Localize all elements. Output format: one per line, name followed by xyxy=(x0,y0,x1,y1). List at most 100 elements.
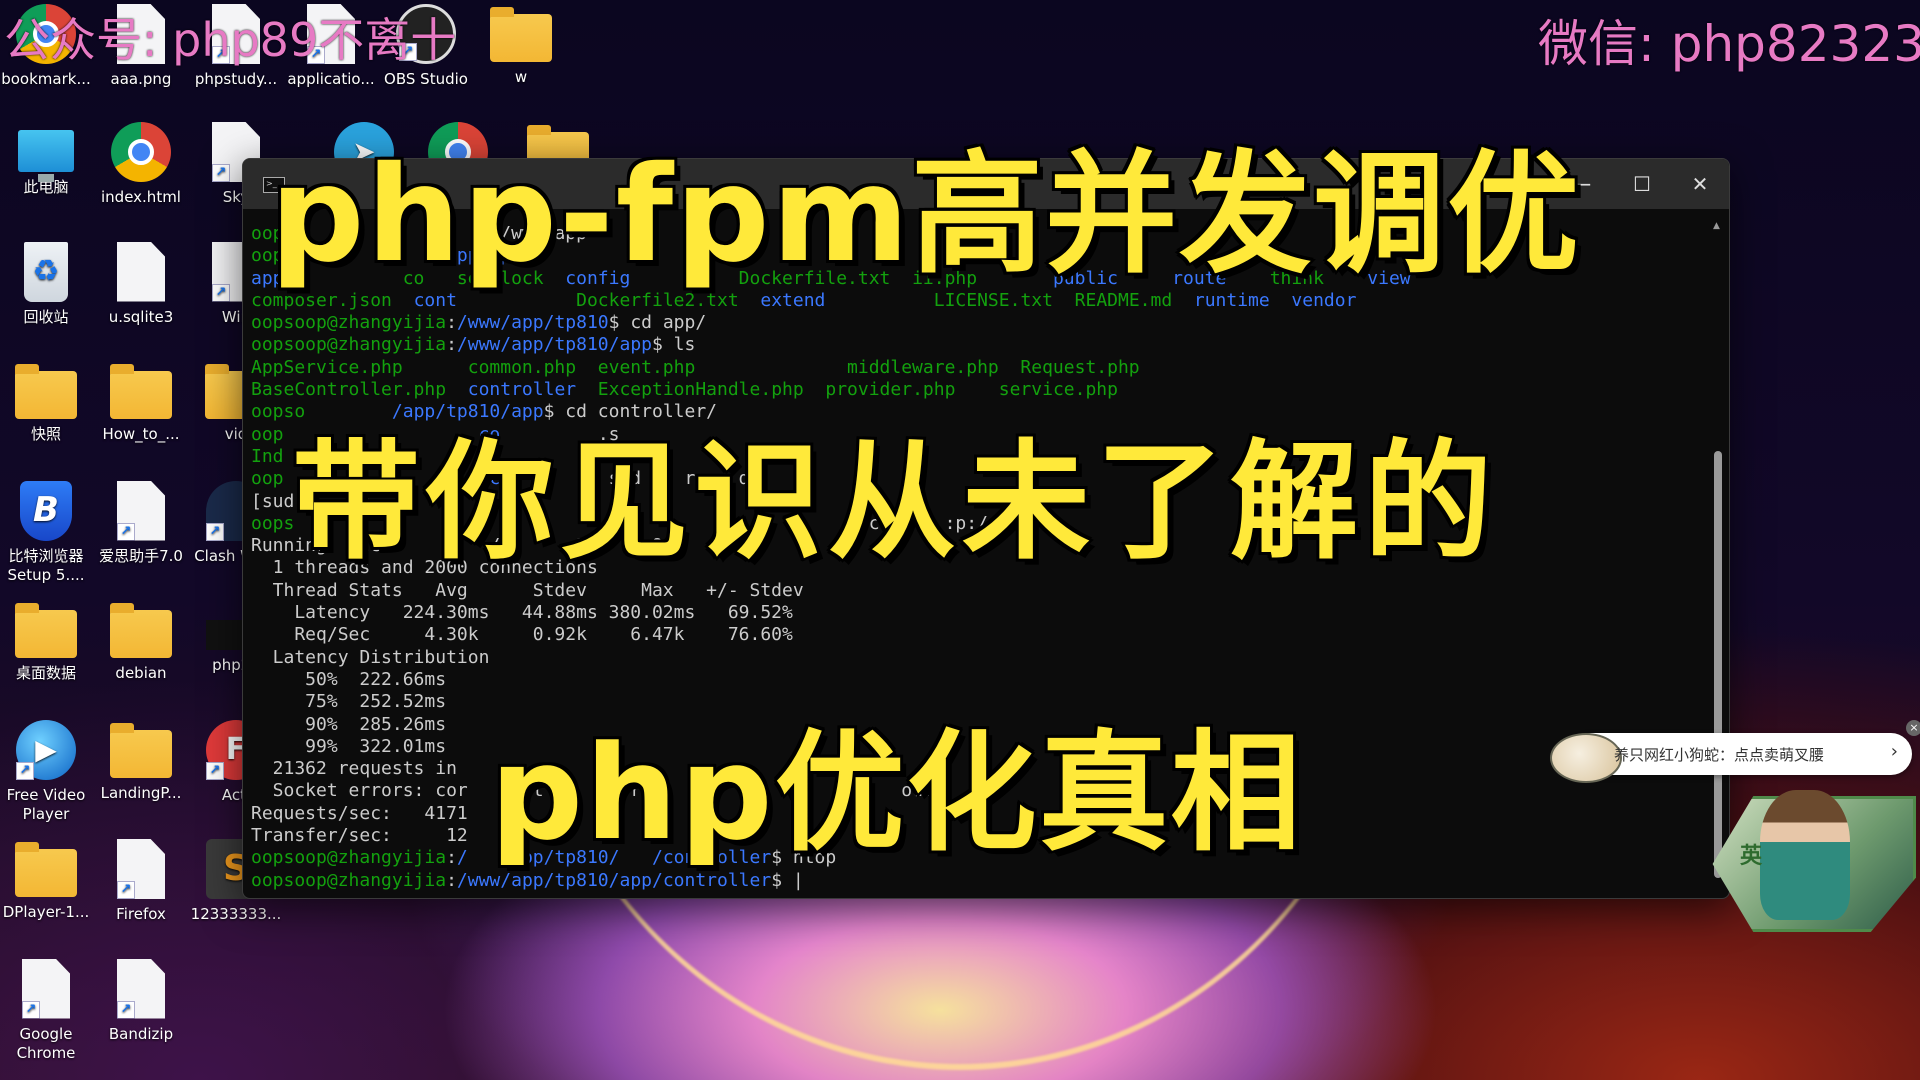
shortcut-arrow-icon: ↗ xyxy=(117,881,135,899)
desktop-icon[interactable]: debian xyxy=(93,600,189,683)
desktop-icon-label: index.html xyxy=(101,188,181,206)
terminal-line: oopsoop@zhangyijia:/www/app/tp810/app$ l… xyxy=(251,334,1729,356)
bit-browser-icon: B xyxy=(20,480,72,541)
desktop-icon-label: 回收站 xyxy=(23,307,69,326)
desktop-icon-label: applicatio... xyxy=(287,70,375,88)
desktop-icon[interactable]: 桌面数据 xyxy=(0,600,94,683)
desktop-icon[interactable]: B 比特浏览器 Setup 5.... xyxy=(0,480,94,585)
terminal-line: Latency Distribution xyxy=(251,647,1729,669)
folder-icon xyxy=(110,722,172,778)
recycle-bin-icon: ♻ xyxy=(24,241,68,302)
desktop-icon-label: u.sqlite3 xyxy=(108,307,174,326)
pet-avatar-icon xyxy=(1550,733,1622,783)
file-shortcut-icon: ↗ xyxy=(117,839,165,899)
terminal-line: oopsoop@zhangyijia:/www/app/tp810$ cd ap… xyxy=(251,312,1729,334)
scroll-up-arrow-icon[interactable]: ▲ xyxy=(1713,221,1720,231)
desktop-icon-label: 12333333... xyxy=(190,905,282,923)
desktop-icon-label: 爱思助手7.0 xyxy=(99,546,183,565)
caption-subtitle: 带你见识从未了解的 xyxy=(289,426,1499,580)
terminal-text-segment: Requests/sec: 4171 xyxy=(251,802,468,824)
terminal-text-segment: oopsoop@zhangyijia xyxy=(251,869,447,891)
chrome-icon xyxy=(111,122,171,182)
desktop-icon[interactable]: ▶ ↗ Free Video Player xyxy=(0,719,94,824)
folder-icon xyxy=(110,603,172,658)
terminal-text-segment: 99% 322.01ms xyxy=(251,735,447,757)
desktop-icon-label: w xyxy=(514,68,528,86)
terminal-line: Thread Stats Avg Stdev Max +/- Stdev xyxy=(251,580,1729,602)
desktop-icon[interactable]: u.sqlite3 xyxy=(93,241,189,327)
folder-icon xyxy=(490,7,552,62)
terminal-text-segment: /www/app/tp810 xyxy=(456,312,609,334)
terminal-text-segment: ExceptionHandle.php provider.php service… xyxy=(597,379,1118,401)
shortcut-arrow-icon: ↗ xyxy=(117,1000,135,1019)
chevron-right-icon[interactable]: › xyxy=(1891,741,1898,762)
desktop-icon[interactable]: DPlayer-1... xyxy=(0,839,94,922)
desktop-icon[interactable]: ↗ Google Chrome xyxy=(0,958,94,1063)
terminal-text-segment: : xyxy=(446,334,457,356)
shortcut-arrow-icon: ↗ xyxy=(16,761,34,780)
terminal-text-segment: 90% 285.26ms xyxy=(251,713,447,735)
pet-notification[interactable]: 养只网红小狗蛇：点点卖萌叉腰 › xyxy=(1550,733,1912,783)
shortcut-arrow-icon: ↗ xyxy=(22,1000,40,1019)
desktop-icon-label: OBS Studio xyxy=(384,70,468,88)
terminal-text-segment: Latency 224.30ms 44.88ms 380.02ms 69.52% xyxy=(251,602,793,624)
terminal-text-segment: /www/app/tp810/app xyxy=(456,334,652,356)
terminal-text-segment: Transfer/sec: 12 xyxy=(251,825,468,847)
desktop-icon[interactable]: index.html xyxy=(93,122,189,207)
terminal-text-segment: 50% 222.66ms xyxy=(251,668,447,690)
game-character-figure xyxy=(1760,790,1850,920)
notification-close-icon[interactable]: × xyxy=(1906,720,1920,736)
terminal-line: Req/Sec 4.30k 0.92k 6.47k 76.60% xyxy=(251,624,1729,646)
caption-tagline: php优化真相 xyxy=(488,715,1304,872)
desktop-icon[interactable]: 快照 xyxy=(0,361,94,444)
terminal-text-segment: 75% 252.52ms xyxy=(251,691,447,713)
terminal-text-segment: 21362 requests in xyxy=(251,758,457,780)
desktop-icon-label: DPlayer-1... xyxy=(2,903,90,921)
terminal-text-segment: oops xyxy=(251,512,295,534)
desktop-icon-label: bookmark... xyxy=(1,70,91,88)
terminal-text-segment: BaseController.php xyxy=(251,379,468,401)
desktop-icon-label: 比特浏览器 Setup 5.... xyxy=(7,546,85,584)
notification-text: 养只网红小狗蛇：点点卖萌叉腰 xyxy=(1614,746,1825,764)
desktop-icon-label: Bandizip xyxy=(108,1024,174,1043)
terminal-text-segment: Ind xyxy=(251,445,284,467)
close-button[interactable]: ✕ xyxy=(1671,159,1729,209)
folder-icon xyxy=(15,364,77,419)
folder-icon xyxy=(110,364,172,419)
terminal-text-segment: Req/Sec 4.30k 0.92k 6.47k 76.60% xyxy=(251,624,793,646)
terminal-line: AppService.php common.php event.php midd… xyxy=(251,357,1729,379)
terminal-text-segment: $ ls xyxy=(652,334,696,356)
terminal-text-segment: $ cd app/ xyxy=(608,312,707,334)
terminal-text-segment: oop xyxy=(251,468,284,490)
scrollbar-thumb[interactable] xyxy=(1714,451,1722,878)
caption-title: php-fpm高并发调优 xyxy=(267,136,1582,295)
desktop-icon[interactable]: 此电脑 xyxy=(0,122,94,197)
desktop-icon[interactable]: How_to_... xyxy=(93,361,189,444)
desktop-icon[interactable]: w xyxy=(473,4,569,87)
desktop-icon-label: Free Video Player xyxy=(6,785,86,823)
watermark-right: 微信: php82323 xyxy=(1538,15,1920,73)
terminal-scrollbar[interactable]: ▲ xyxy=(1713,221,1723,878)
desktop-icon-label: LandingP... xyxy=(100,783,182,802)
desktop-icon[interactable]: ↗ Firefox xyxy=(93,839,189,924)
terminal-text-segment: oopsoop@zhangyijia xyxy=(251,312,447,334)
file-shortcut-icon: ↗ xyxy=(22,958,70,1019)
play-icon: ▶ ↗ xyxy=(16,719,76,780)
desktop-icon-label: debian xyxy=(115,664,167,682)
terminal-text-segment: Latency Distribution xyxy=(251,646,490,668)
desktop-icon-label: Firefox xyxy=(116,905,166,923)
shortcut-arrow-icon: ↗ xyxy=(117,522,135,541)
file-icon xyxy=(117,241,165,302)
terminal-text-segment: oopsoop@zhangyijia xyxy=(251,334,447,356)
desktop-icon[interactable]: ♻ 回收站 xyxy=(0,241,94,327)
desktop-icon[interactable]: LandingP... xyxy=(93,720,189,803)
terminal-line: Latency 224.30ms 44.88ms 380.02ms 69.52% xyxy=(251,602,1729,624)
terminal-text-segment: oop xyxy=(251,423,284,445)
maximize-button[interactable]: ☐ xyxy=(1613,159,1671,209)
shortcut-arrow-icon: ↗ xyxy=(212,164,230,182)
desktop-icon-label: How_to_... xyxy=(102,425,180,443)
desktop-icon-label: 桌面数据 xyxy=(15,664,76,682)
shortcut-arrow-icon: ↗ xyxy=(212,283,230,302)
desktop-icon[interactable]: ↗ 爱思助手7.0 xyxy=(93,480,189,566)
desktop-icon[interactable]: ↗ Bandizip xyxy=(93,958,189,1044)
